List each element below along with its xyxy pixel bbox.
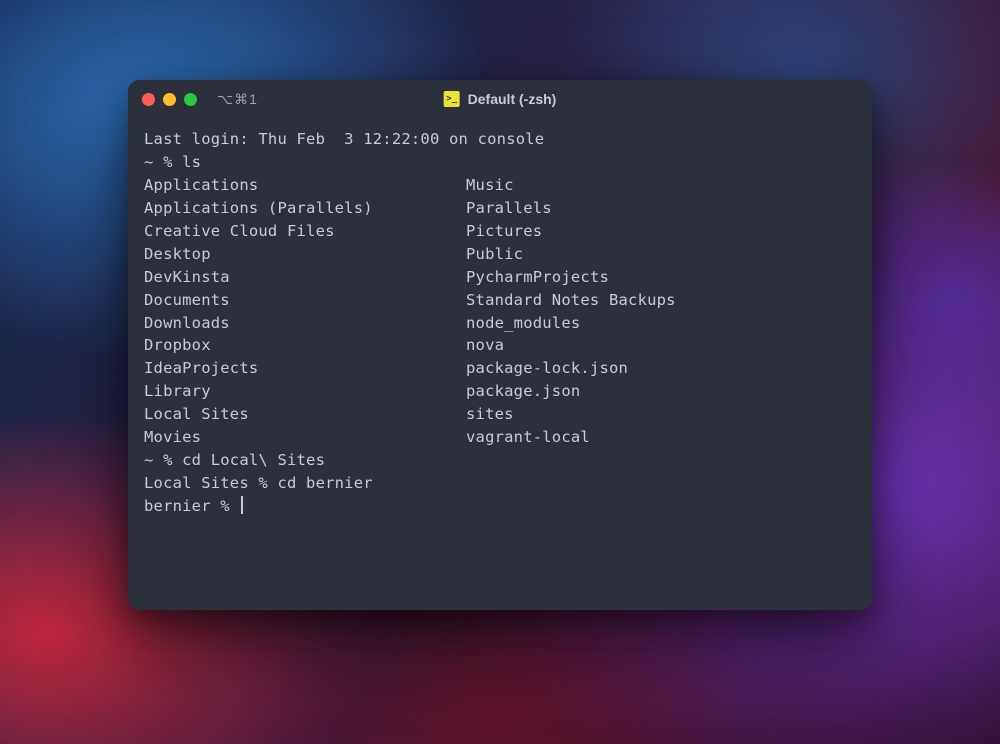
minimize-button[interactable] — [163, 93, 176, 106]
list-item: Standard Notes Backups — [466, 289, 676, 312]
window-title: Default (-zsh) — [468, 91, 557, 107]
ls-column-1: Applications Applications (Parallels) Cr… — [144, 174, 466, 449]
last-login-line: Last login: Thu Feb 3 12:22:00 on consol… — [144, 128, 856, 151]
traffic-lights — [142, 93, 197, 106]
list-item: Applications — [144, 174, 466, 197]
list-item: Downloads — [144, 312, 466, 335]
window-titlebar[interactable]: ⌥⌘1 Default (-zsh) — [128, 80, 872, 118]
prompt-line: ~ % ls — [144, 151, 856, 174]
list-item: Movies — [144, 426, 466, 449]
list-item: Parallels — [466, 197, 676, 220]
list-item: vagrant-local — [466, 426, 676, 449]
list-item: Local Sites — [144, 403, 466, 426]
ls-output: Applications Applications (Parallels) Cr… — [144, 174, 856, 449]
list-item: nova — [466, 334, 676, 357]
shortcut-indicator: ⌥⌘1 — [217, 91, 258, 108]
prompt-line: Local Sites % cd bernier — [144, 472, 856, 495]
cursor — [241, 496, 243, 514]
list-item: IdeaProjects — [144, 357, 466, 380]
list-item: Pictures — [466, 220, 676, 243]
terminal-body[interactable]: Last login: Thu Feb 3 12:22:00 on consol… — [128, 118, 872, 610]
list-item: Dropbox — [144, 334, 466, 357]
list-item: Applications (Parallels) — [144, 197, 466, 220]
list-item: Desktop — [144, 243, 466, 266]
ls-column-2: Music Parallels Pictures Public PycharmP… — [466, 174, 676, 449]
maximize-button[interactable] — [184, 93, 197, 106]
list-item: Documents — [144, 289, 466, 312]
current-prompt-text: bernier % — [144, 497, 239, 515]
list-item: Music — [466, 174, 676, 197]
current-prompt-line[interactable]: bernier % — [144, 495, 856, 518]
terminal-window: ⌥⌘1 Default (-zsh) Last login: Thu Feb 3… — [128, 80, 872, 610]
list-item: package-lock.json — [466, 357, 676, 380]
list-item: PycharmProjects — [466, 266, 676, 289]
list-item: Creative Cloud Files — [144, 220, 466, 243]
title-center: Default (-zsh) — [444, 91, 557, 107]
prompt-line: ~ % cd Local\ Sites — [144, 449, 856, 472]
list-item: DevKinsta — [144, 266, 466, 289]
terminal-icon — [444, 91, 460, 107]
close-button[interactable] — [142, 93, 155, 106]
list-item: sites — [466, 403, 676, 426]
list-item: node_modules — [466, 312, 676, 335]
list-item: package.json — [466, 380, 676, 403]
list-item: Library — [144, 380, 466, 403]
list-item: Public — [466, 243, 676, 266]
